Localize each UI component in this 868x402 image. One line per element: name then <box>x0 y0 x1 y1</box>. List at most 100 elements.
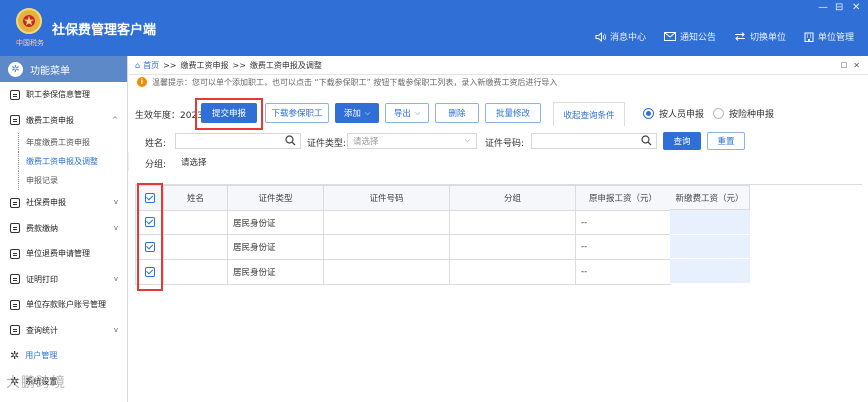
cell-cert-type: 居民身份证 <box>227 234 324 261</box>
row-select-cell[interactable] <box>135 259 164 285</box>
bank-icon <box>10 299 20 310</box>
minimize-button[interactable]: — <box>818 2 828 13</box>
new-wage-input[interactable] <box>670 259 750 285</box>
breadcrumb: ⌂ 首页 >> 缴费工资申报 >> 缴费工资申报及调整 □ ✕ <box>129 56 868 75</box>
sidebar-item-bank-account[interactable]: 单位存款账户账号管理 <box>0 292 127 318</box>
employee-table-grid: 姓名 证件类型 证件号码 分组 原申报工资（元） 居民身份证 -- 居民身份证 … <box>135 185 671 285</box>
speaker-icon <box>595 31 606 42</box>
table-row[interactable]: 居民身份证 -- <box>135 209 671 236</box>
batch-edit-button[interactable]: 批量修改 <box>485 103 541 123</box>
close-tab-icon[interactable]: ✕ <box>853 61 860 70</box>
cell-orig-wage: -- <box>575 209 671 236</box>
building-icon <box>804 32 814 42</box>
name-search-input[interactable] <box>175 133 301 149</box>
row-checkbox[interactable] <box>144 217 155 228</box>
sidebar-subitem-annual-wage[interactable]: 年度缴费工资申报 <box>18 133 127 152</box>
cell-cert-no <box>323 234 450 261</box>
table-header-row: 姓名 证件类型 证件号码 分组 原申报工资（元） <box>135 185 671 211</box>
sidebar-item-query-stats[interactable]: 查询统计 v <box>0 318 127 344</box>
radio-by-insurance[interactable]: 按险种申报 <box>713 107 774 120</box>
group-label: 分组: <box>145 160 167 170</box>
radio-dot <box>713 108 724 119</box>
tip-bar: i 温馨提示：您可以单个添加职工，也可以点击 “下载参保职工” 按钮下载参保职工… <box>129 75 868 89</box>
breadcrumb-level1[interactable]: 缴费工资申报 <box>180 60 228 71</box>
notice-link[interactable]: 通知公告 <box>663 30 716 43</box>
export-button[interactable]: 导出 ⌵ <box>385 103 429 123</box>
document-icon <box>10 248 20 259</box>
settings-icon: ✲ <box>10 349 20 363</box>
chevron-down-icon: ⌵ <box>464 136 470 144</box>
wallet-icon <box>10 223 20 234</box>
sidebar-item-wage-declaration[interactable]: 缴费工资申报 ^ <box>0 108 127 134</box>
row-select-cell[interactable] <box>135 209 164 236</box>
row-select-cell[interactable] <box>135 234 164 261</box>
sidebar-item-label: 职工参保信息管理 <box>26 90 90 100</box>
row-checkbox[interactable] <box>144 266 155 277</box>
restore-button[interactable]: ⊟ <box>835 2 843 13</box>
chart-icon <box>10 325 20 336</box>
tax-emblem-logo <box>16 8 42 34</box>
info-icon: i <box>137 77 147 87</box>
main-content: ⌂ 首页 >> 缴费工资申报 >> 缴费工资申报及调整 □ ✕ i 温馨提示：您… <box>129 56 868 402</box>
sidebar-subitem-wage-adjust[interactable]: 缴费工资申报及调整 <box>14 152 129 171</box>
add-button[interactable]: 添加 ⌵ <box>335 103 379 123</box>
delete-button[interactable]: 删除 <box>435 103 479 123</box>
cell-orig-wage: -- <box>575 234 671 261</box>
group-placeholder: 请选择 <box>181 158 207 168</box>
radio-by-person[interactable]: 按人员申报 <box>643 107 704 120</box>
cert-no-search-input[interactable] <box>531 133 657 149</box>
close-window-button[interactable]: ✕ <box>852 2 860 13</box>
sidebar-subitem-records[interactable]: 申报记录 <box>18 171 127 190</box>
tab-menu-icon[interactable]: □ <box>841 61 848 69</box>
reset-button[interactable]: 重置 <box>707 132 745 150</box>
table-row[interactable]: 居民身份证 -- <box>135 234 671 261</box>
collapse-query-tab[interactable]: 收起查询条件 <box>553 102 625 126</box>
row-checkbox[interactable] <box>144 241 155 252</box>
select-all-checkbox[interactable] <box>144 192 155 203</box>
select-all-cell[interactable] <box>135 185 164 211</box>
sidebar-item-certificate-print[interactable]: 证明打印 v <box>0 267 127 293</box>
query-button[interactable]: 查询 <box>663 132 701 150</box>
sidebar-item-employee-info[interactable]: 职工参保信息管理 <box>0 82 127 108</box>
sidebar-item-label: 查询统计 <box>26 325 58 335</box>
sidebar-item-user-management[interactable]: ✲ 用户管理 <box>0 343 127 369</box>
submit-declaration-button[interactable]: 提交申报 <box>201 103 257 123</box>
message-center-link[interactable]: 消息中心 <box>595 30 646 43</box>
chevron-up-icon: ^ <box>112 115 118 124</box>
breadcrumb-sep: >> <box>163 60 177 70</box>
col-header-new-wage: 新缴费工资（元） <box>670 185 750 210</box>
chevron-down-icon: v <box>113 274 118 283</box>
download-employees-button[interactable]: 下载参保职工 <box>265 103 329 123</box>
logo-caption: 中国税务 <box>16 39 44 47</box>
sidebar-item-label: 单位存款账户账号管理 <box>26 300 106 310</box>
gear-icon: ✲ <box>8 61 23 77</box>
sidebar-item-social-fee[interactable]: 社保费申报 v <box>0 190 127 216</box>
group-select[interactable]: 请选择 <box>181 154 301 170</box>
printer-icon <box>10 274 20 285</box>
cert-type-select[interactable]: 请选择 ⌵ <box>347 133 477 149</box>
notice-label: 通知公告 <box>679 33 716 43</box>
switch-unit-link[interactable]: 切换单位 <box>734 30 786 43</box>
unit-management-link[interactable]: 单位管理 <box>804 30 854 43</box>
cert-type-label: 证件类型: <box>307 139 347 149</box>
col-header-group: 分组 <box>449 185 576 211</box>
cert-no-label: 证件号码: <box>485 139 525 149</box>
unit-management-label: 单位管理 <box>817 33 854 43</box>
cell-group <box>449 209 576 236</box>
app-title: 社保费管理客户端 <box>52 23 157 38</box>
wage-declaration-submenu: 年度缴费工资申报 缴费工资申报及调整 申报记录 <box>0 133 129 190</box>
sidebar-item-refund[interactable]: 单位退费申请管理 <box>0 241 127 267</box>
title-bar: 中国税务 社保费管理客户端 — ⊟ ✕ 消息中心 通知公告 切换单位 单位管理 <box>0 0 868 56</box>
breadcrumb-level2: 缴费工资申报及调整 <box>249 60 322 70</box>
breadcrumb-home[interactable]: 首页 <box>143 60 159 71</box>
switch-unit-label: 切换单位 <box>749 33 786 43</box>
mail-icon <box>663 32 676 41</box>
sidebar-item-payment[interactable]: 费款缴纳 v <box>0 216 127 242</box>
cell-name <box>163 209 228 236</box>
export-button-label: 导出 <box>393 109 411 119</box>
new-wage-input[interactable] <box>670 210 750 235</box>
search-icon <box>285 135 296 146</box>
sidebar-item-label: 证明打印 <box>26 274 58 284</box>
new-wage-input[interactable] <box>670 234 750 260</box>
table-row[interactable]: 居民身份证 -- <box>135 259 671 285</box>
